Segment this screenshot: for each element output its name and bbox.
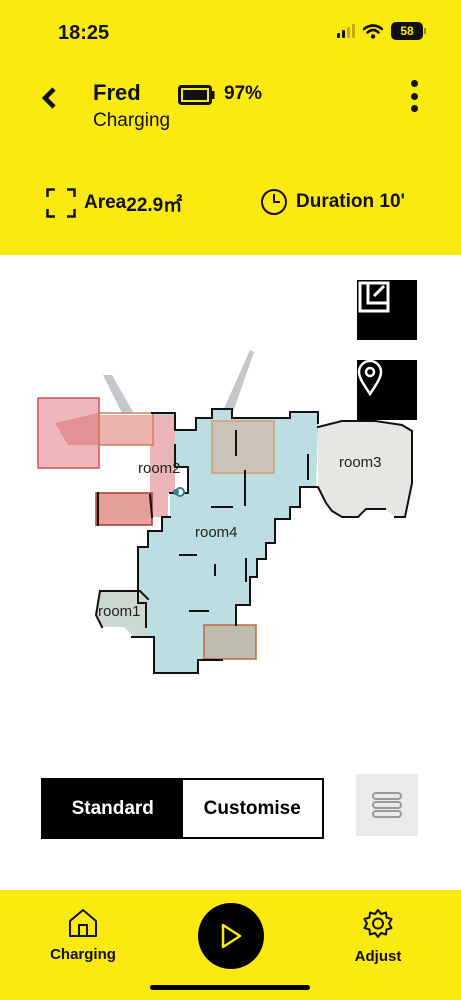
room-label-room1[interactable]: room1	[98, 603, 141, 620]
nav-adjust[interactable]: Adjust	[333, 908, 423, 965]
cellular-signal-icon	[337, 24, 355, 38]
nav-charging-label: Charging	[50, 946, 116, 963]
lidar-ray	[222, 350, 254, 415]
wifi-icon	[363, 23, 383, 39]
play-icon	[221, 923, 242, 949]
duration-label: Duration 10'	[296, 191, 406, 212]
battery-icon	[178, 85, 215, 105]
room-list-button[interactable]	[356, 774, 418, 836]
lidar-ray	[103, 375, 133, 413]
duration-stat: Duration 10'	[260, 188, 405, 216]
status-icons: 58	[337, 22, 426, 40]
robot-battery-percent: 97%	[224, 83, 263, 104]
cleaning-mode-switch: Standard Customise	[41, 778, 324, 839]
furniture-zone	[211, 420, 275, 474]
area-stat: Area 22.9㎡	[46, 188, 182, 218]
room-label-room2[interactable]: room2	[138, 460, 181, 477]
room-label-room3[interactable]: room3	[339, 454, 382, 471]
furniture-zone	[203, 624, 257, 660]
clock-icon	[261, 189, 287, 215]
map-edit-icon	[358, 281, 390, 313]
robot-name: Fred	[93, 80, 141, 105]
status-time: 18:25	[58, 22, 110, 44]
list-icon	[372, 792, 402, 818]
nav-charging[interactable]: Charging	[38, 908, 128, 963]
gear-icon	[363, 909, 393, 938]
more-vertical-icon	[410, 80, 418, 87]
area-label: Area	[84, 192, 127, 213]
edit-map-button[interactable]	[357, 280, 417, 340]
area-frame-icon	[46, 188, 76, 218]
nav-adjust-label: Adjust	[354, 948, 402, 965]
locate-robot-button[interactable]	[357, 360, 417, 420]
room2-area	[98, 415, 154, 445]
bottom-navigation: Charging Adjust	[0, 890, 461, 1000]
robot-status: Charging	[93, 110, 171, 131]
no-go-zone	[95, 492, 153, 526]
location-pin-icon	[357, 360, 383, 396]
area-value: 22.9㎡	[126, 194, 183, 216]
start-cleaning-button[interactable]	[198, 903, 264, 969]
mode-standard-button[interactable]: Standard	[43, 780, 183, 837]
home-indicator	[150, 985, 310, 990]
mode-customise-button[interactable]: Customise	[182, 780, 322, 837]
home-icon	[69, 909, 97, 937]
phone-battery-icon: 58	[391, 22, 426, 40]
back-button[interactable]	[36, 84, 64, 112]
robot-icon	[173, 489, 179, 495]
room-label-room4[interactable]: room4	[195, 524, 238, 541]
header: 18:25 58 Fred Charging 97% Area 22.9㎡ Du…	[0, 0, 461, 255]
chevron-left-icon	[41, 87, 56, 109]
more-menu-button[interactable]	[404, 78, 424, 114]
